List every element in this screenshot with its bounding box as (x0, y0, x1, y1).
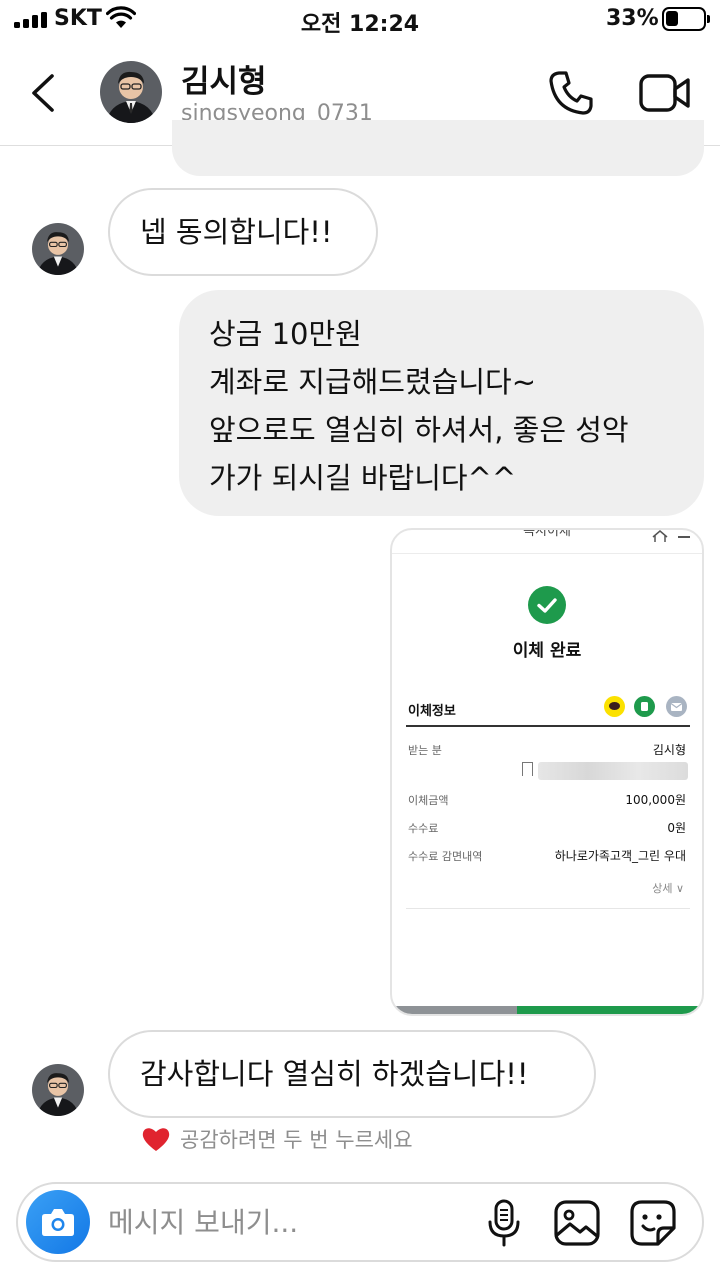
battery-percent: 33% (606, 6, 659, 31)
button-bar-secondary (392, 1006, 517, 1014)
message-input[interactable] (108, 1202, 468, 1242)
receipt-label: 수수료 (408, 822, 439, 835)
phone-icon[interactable] (546, 68, 596, 118)
sticker-icon[interactable] (628, 1198, 678, 1248)
message-line: 앞으로도 열심히 하셔서, 좋은 성악 (209, 413, 629, 447)
share-icon (634, 696, 655, 717)
reaction-hint: 공감하려면 두 번 누르세요 (180, 1128, 413, 1152)
home-icon (652, 530, 668, 542)
bookmark-icon (522, 762, 533, 776)
message-line: 계좌로 지급해드렸습니다~ (209, 365, 536, 399)
mail-icon (666, 696, 687, 717)
receipt-top-bar: 즉시이체 (392, 530, 702, 554)
divider (406, 908, 690, 909)
avatar[interactable] (32, 1064, 84, 1116)
avatar[interactable] (32, 223, 84, 275)
kakao-share-icon (604, 696, 625, 717)
camera-icon (42, 1209, 74, 1236)
message-text: 넵 동의합니다!! (140, 215, 333, 249)
receipt-label: 수수료 감면내역 (408, 850, 483, 863)
message-bubble-incoming[interactable]: 감사합니다 열심히 하겠습니다!! (108, 1030, 596, 1118)
contact-name[interactable]: 김시형 (181, 56, 267, 101)
message-bubble-incoming[interactable]: 넵 동의합니다!! (108, 188, 378, 276)
receipt-label: 받는 분 (408, 744, 442, 757)
microphone-icon[interactable] (484, 1198, 524, 1248)
heart-icon[interactable] (141, 1125, 171, 1153)
status-bar: SKT 오전 12:24 33% (0, 0, 720, 40)
receipt-value: 0원 (667, 821, 686, 835)
message-line: 상금 10만원 (209, 317, 362, 351)
back-icon[interactable] (24, 70, 64, 116)
message-composer (16, 1182, 704, 1262)
battery-level (666, 11, 678, 26)
receipt-value: 100,000원 (625, 793, 686, 807)
camera-button[interactable] (26, 1190, 90, 1254)
receipt-label: 이체금액 (408, 794, 449, 807)
message-bubble-outgoing[interactable]: 상금 10만원 계좌로 지급해드렸습니다~ 앞으로도 열심히 하셔서, 좋은 성… (179, 290, 704, 516)
menu-icon (678, 536, 690, 538)
receipt-value: 김시형 (652, 743, 686, 757)
message-text: 감사합니다 열심히 하겠습니다!! (140, 1057, 529, 1091)
message-line: 가가 되시길 바랍니다^^ (209, 461, 517, 495)
avatar[interactable] (100, 61, 162, 123)
battery-icon (662, 7, 710, 31)
receipt-value: 하나로가족고객_그린 우대 (554, 849, 686, 863)
blurred-account-number (538, 762, 688, 780)
transfer-receipt-image[interactable]: 즉시이체 이체 완료 이체정보 받는 분 김시형 이체금액 100,000원 수… (390, 528, 704, 1016)
button-bar-primary (517, 1006, 702, 1014)
previous-message-bubble[interactable] (172, 120, 704, 176)
section-title: 이체정보 (408, 704, 456, 719)
video-call-icon[interactable] (638, 70, 692, 116)
check-icon (528, 586, 566, 624)
detail-link: 상세 ∨ (652, 882, 684, 895)
gallery-icon[interactable] (552, 1198, 602, 1248)
divider (406, 725, 690, 727)
transfer-status: 이체 완료 (512, 641, 582, 661)
